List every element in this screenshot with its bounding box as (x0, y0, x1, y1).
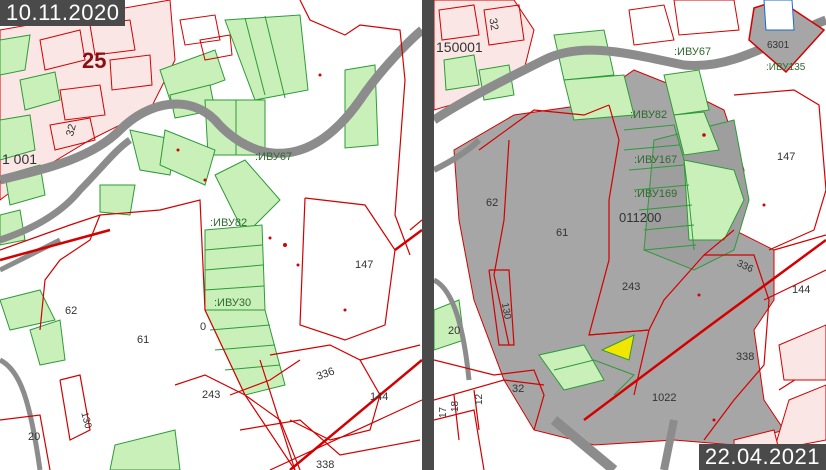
left-label-61: 61 (137, 334, 149, 346)
right-label-144: 144 (792, 284, 810, 296)
right-label-338: 338 (736, 351, 754, 363)
left-label-338: 338 (316, 459, 334, 470)
left-label-147: 147 (355, 259, 373, 271)
right-label-20: 20 (448, 325, 460, 337)
right-label-61: 61 (556, 227, 568, 239)
right-label-ivu67: :ИВУ67 (674, 46, 711, 58)
left-label-336: 336 (315, 365, 336, 383)
left-settlement-area (0, 0, 233, 366)
right-label-12: 12 (474, 393, 485, 405)
left-label-243: 243 (202, 389, 220, 401)
left-block-number: 25 (82, 48, 106, 73)
right-map-panel[interactable]: 150001 32 :ИВУ67 6301 :ИВУ135 :ИВУ82 :ИВ… (434, 0, 826, 470)
right-cadastral-map[interactable]: 150001 32 :ИВУ67 6301 :ИВУ135 :ИВУ82 :ИВ… (434, 0, 826, 470)
left-label-130: 130 (78, 411, 93, 430)
left-label-0: 0 (200, 321, 206, 333)
right-gray-area (453, 69, 785, 446)
left-label-62: 62 (65, 305, 77, 317)
left-label-ivu67: :ИВУ67 (255, 151, 292, 163)
panel-divider (422, 0, 434, 470)
right-cadastral-150001: 150001 (436, 39, 483, 55)
left-cadastral-map[interactable]: 25 1 001 32 :ИВУ67 :ИВУ82 :ИВУ30 62 61 1… (0, 0, 422, 470)
right-cadastral-011200: 011200 (619, 210, 661, 225)
left-cadastral-number: 1 001 (2, 151, 37, 167)
left-map-panel[interactable]: 25 1 001 32 :ИВУ67 :ИВУ82 :ИВУ30 62 61 1… (0, 0, 422, 470)
right-label-62: 62 (486, 197, 498, 209)
right-label-ivu167: :ИВУ167 (634, 154, 677, 166)
right-label-243: 243 (622, 281, 640, 293)
right-label-ivu169: :ИВУ169 (634, 188, 677, 200)
right-label-18: 18 (450, 400, 461, 412)
left-date-label: 10.11.2020 (0, 0, 126, 26)
left-label-ivu82: :ИВУ82 (210, 217, 247, 229)
right-date-label: 22.04.2021 (698, 444, 826, 470)
right-label-ivu135: :ИВУ135 (766, 62, 806, 73)
left-label-20: 20 (28, 431, 40, 443)
left-label-144: 144 (370, 391, 388, 403)
right-label-17: 17 (438, 406, 449, 418)
right-label-147: 147 (777, 151, 795, 163)
right-label-32-top: 32 (486, 17, 500, 31)
right-label-32: 32 (512, 383, 524, 395)
right-label-6301: 6301 (767, 40, 790, 51)
right-label-1022: 1022 (652, 392, 676, 404)
left-label-ivu30: :ИВУ30 (214, 297, 251, 309)
right-label-ivu82: :ИВУ82 (630, 109, 667, 121)
